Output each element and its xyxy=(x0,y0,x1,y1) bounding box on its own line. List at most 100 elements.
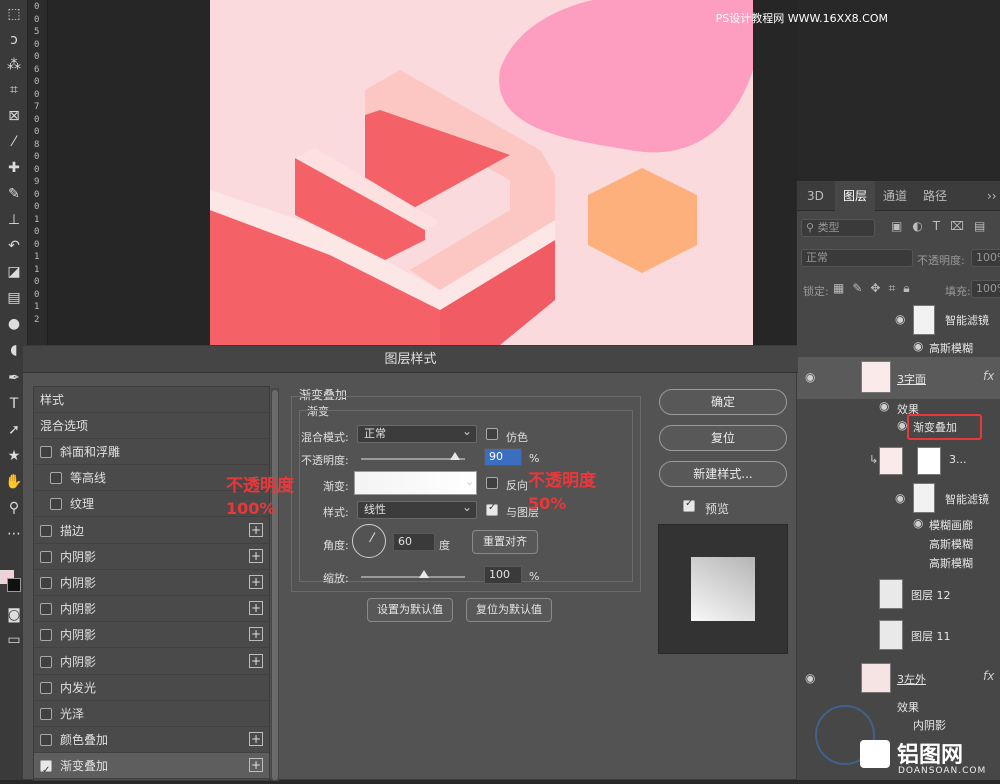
layer-row[interactable]: ↳ 3... xyxy=(797,443,1000,479)
layer-row[interactable]: ◉ 3左外 fx xyxy=(797,659,1000,697)
visibility-eye-icon[interactable]: ◉ xyxy=(805,671,815,685)
layer-row[interactable]: ◉ 高斯模糊 xyxy=(797,338,1000,356)
scale-slider[interactable] xyxy=(361,576,465,578)
style-item[interactable]: 描边 + xyxy=(34,518,269,544)
add-style-icon[interactable]: + xyxy=(249,758,263,773)
eyedropper-tool-icon[interactable]: ⁄ xyxy=(3,132,25,152)
style-item[interactable]: 颜色叠加 + xyxy=(34,727,269,754)
reverse-checkbox[interactable] xyxy=(486,477,498,489)
visibility-eye-icon[interactable]: ◉ xyxy=(895,491,905,505)
add-style-icon[interactable]: + xyxy=(249,627,263,642)
style-item[interactable]: 内阴影 + xyxy=(34,622,269,649)
style-checkbox[interactable] xyxy=(40,734,52,747)
style-item[interactable]: 内阴影 + xyxy=(34,596,269,623)
visibility-eye-icon[interactable]: ◉ xyxy=(913,339,923,353)
style-item[interactable]: 内阴影 + xyxy=(34,544,269,570)
gradient-swatch[interactable] xyxy=(354,471,477,495)
style-checkbox[interactable] xyxy=(40,655,52,668)
styles-scrollbar[interactable] xyxy=(271,388,279,781)
magic-wand-tool-icon[interactable]: ⁂ xyxy=(3,55,25,75)
layer-row-selected[interactable]: ◉ 3字面 fx xyxy=(797,357,1000,399)
filter-icons[interactable]: ▣◐T⌧▤ xyxy=(891,219,995,233)
fx-icon[interactable]: fx xyxy=(983,669,994,683)
visibility-eye-icon[interactable]: ◉ xyxy=(895,312,905,326)
layer-row[interactable]: ◉ 模糊画廊 xyxy=(797,515,1000,533)
opacity-slider-knob[interactable] xyxy=(450,452,460,460)
healing-brush-tool-icon[interactable]: ✚ xyxy=(3,158,25,178)
add-style-icon[interactable]: + xyxy=(249,653,263,668)
crop-tool-icon[interactable]: ⌗ xyxy=(3,80,25,100)
style-item[interactable]: 光泽 xyxy=(34,701,269,727)
add-style-icon[interactable]: + xyxy=(249,575,263,589)
fx-icon[interactable]: fx xyxy=(983,369,994,383)
layer-row[interactable]: ◉ 智能滤镜 xyxy=(797,481,1000,515)
opacity-input[interactable]: 90 xyxy=(484,448,522,466)
scale-input[interactable]: 100 xyxy=(484,566,522,584)
style-checkbox[interactable] xyxy=(40,681,52,694)
ok-button[interactable]: 确定 xyxy=(659,389,787,415)
visibility-eye-icon[interactable]: ◉ xyxy=(913,516,923,530)
reset-alignment-button[interactable]: 重置对齐 xyxy=(472,530,538,554)
new-style-button[interactable]: 新建样式... xyxy=(659,461,787,487)
background-color-swatch[interactable] xyxy=(7,578,21,592)
layer-row[interactable]: 图层 12 xyxy=(797,576,1000,612)
tab-layers[interactable]: 图层 xyxy=(835,181,876,211)
scale-slider-knob[interactable] xyxy=(419,570,429,578)
lasso-tool-icon[interactable]: ↄ xyxy=(3,30,25,50)
layer-row[interactable]: 高斯模糊 xyxy=(797,553,1000,571)
styles-header[interactable]: 样式 xyxy=(34,387,269,413)
artboard[interactable] xyxy=(210,0,753,345)
lock-icons[interactable]: ▦✎✥⌗🔒︎ xyxy=(833,281,918,296)
style-select[interactable]: 线性 xyxy=(357,499,477,519)
align-with-layer-checkbox[interactable] xyxy=(486,502,498,516)
style-checkbox[interactable] xyxy=(50,498,62,511)
tab-3d[interactable]: 3D xyxy=(799,181,832,211)
angle-dial[interactable] xyxy=(352,524,386,558)
angle-input[interactable]: 60 xyxy=(393,533,435,551)
reset-default-button[interactable]: 复位为默认值 xyxy=(466,598,552,622)
frame-tool-icon[interactable]: ⊠ xyxy=(3,106,25,126)
add-style-icon[interactable]: + xyxy=(249,732,263,747)
style-checkbox[interactable] xyxy=(40,708,52,720)
layer-row[interactable]: 图层 11 xyxy=(797,617,1000,653)
blend-mode-select[interactable]: 正常 xyxy=(801,249,913,267)
style-item[interactable]: 斜面和浮雕 xyxy=(34,439,269,465)
blend-options-item[interactable]: 混合选项 xyxy=(34,413,269,439)
gradient-tool-icon[interactable]: ▤ xyxy=(3,288,25,308)
brush-tool-icon[interactable]: ✎ xyxy=(3,184,25,204)
visibility-eye-icon[interactable]: ◉ xyxy=(897,418,907,432)
style-checkbox[interactable] xyxy=(40,629,52,642)
add-style-icon[interactable]: + xyxy=(249,522,263,537)
visibility-eye-icon[interactable]: ◉ xyxy=(805,370,815,384)
style-item[interactable]: 内阴影 + xyxy=(34,570,269,596)
fill-field[interactable]: 100% xyxy=(971,280,1000,298)
tab-channels[interactable]: 通道 xyxy=(875,181,915,211)
blur-tool-icon[interactable]: ● xyxy=(3,314,25,334)
tab-paths[interactable]: 路径 xyxy=(915,181,955,211)
layers-opacity-field[interactable]: 100% xyxy=(971,249,1000,267)
layer-kind-filter[interactable]: ⚲ 类型 xyxy=(801,219,875,237)
visibility-eye-icon[interactable]: ◉ xyxy=(879,399,889,413)
style-item[interactable]: 内发光 xyxy=(34,675,269,701)
style-checkbox[interactable] xyxy=(40,524,52,537)
add-style-icon[interactable]: + xyxy=(249,548,263,563)
clone-stamp-tool-icon[interactable]: ⊥ xyxy=(3,210,25,230)
add-style-icon[interactable]: + xyxy=(249,601,263,616)
layer-row[interactable]: ◉ 智能滤镜 xyxy=(797,302,1000,338)
set-default-button[interactable]: 设置为默认值 xyxy=(367,598,453,622)
reset-button[interactable]: 复位 xyxy=(659,425,787,451)
style-checkbox[interactable] xyxy=(40,446,52,458)
style-checkbox[interactable] xyxy=(40,577,52,589)
style-checkbox[interactable] xyxy=(40,603,52,616)
layer-row[interactable]: 高斯模糊 xyxy=(797,534,1000,552)
history-brush-tool-icon[interactable]: ↶ xyxy=(3,236,25,256)
dither-checkbox[interactable] xyxy=(486,428,498,440)
blend-mode-select[interactable]: 正常 xyxy=(357,423,477,443)
gradient-dropdown-icon[interactable]: ⌄ xyxy=(465,475,474,488)
style-checkbox[interactable] xyxy=(40,550,52,563)
eraser-tool-icon[interactable]: ◪ xyxy=(3,262,25,282)
style-item[interactable]: 渐变叠加 + xyxy=(34,753,269,784)
preview-checkbox[interactable] xyxy=(683,498,695,512)
style-checkbox[interactable] xyxy=(50,472,62,485)
style-checkbox[interactable] xyxy=(40,758,52,784)
